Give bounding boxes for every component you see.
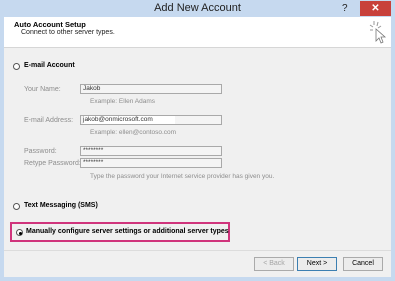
pointer-click-icon [369,21,387,44]
email-account-radio[interactable] [13,63,20,70]
header-subtitle: Connect to other server types. [21,29,115,36]
next-button[interactable]: Next > [297,257,337,271]
email-address-field[interactable]: jakob@onmicrosoft.com [80,115,222,125]
help-icon[interactable]: ? [342,3,348,14]
password-hint: Type the password your Internet service … [90,173,275,180]
close-button[interactable]: ✕ [360,1,391,16]
window-title: Add New Account [154,2,241,14]
manual-configure-radio[interactable] [16,229,23,236]
email-address-label: E-mail Address: [24,117,74,124]
title-bar: Add New Account ? ✕ [0,0,395,17]
email-address-hint: Example: ellen@contoso.com [90,129,177,136]
manual-configure-label[interactable]: Manually configure server settings or ad… [26,228,229,235]
retype-password-label: Retype Password: [24,160,81,167]
retype-password-field[interactable]: ******** [80,158,222,168]
your-name-field[interactable]: Jakob [80,84,222,94]
password-field[interactable]: ******** [80,146,222,156]
header-title: Auto Account Setup [14,20,86,29]
email-address-value: jakob@onmicrosoft.com [83,116,175,124]
text-messaging-label[interactable]: Text Messaging (SMS) [24,202,98,209]
text-messaging-radio[interactable] [13,203,20,210]
back-button[interactable]: < Back [254,257,294,271]
password-label: Password: [24,148,57,155]
header-panel: Auto Account Setup Connect to other serv… [4,17,391,48]
your-name-hint: Example: Ellen Adams [90,98,156,105]
email-account-label[interactable]: E-mail Account [24,62,75,69]
cancel-button[interactable]: Cancel [343,257,383,271]
footer-divider [4,250,391,251]
your-name-label: Your Name: [24,86,61,93]
